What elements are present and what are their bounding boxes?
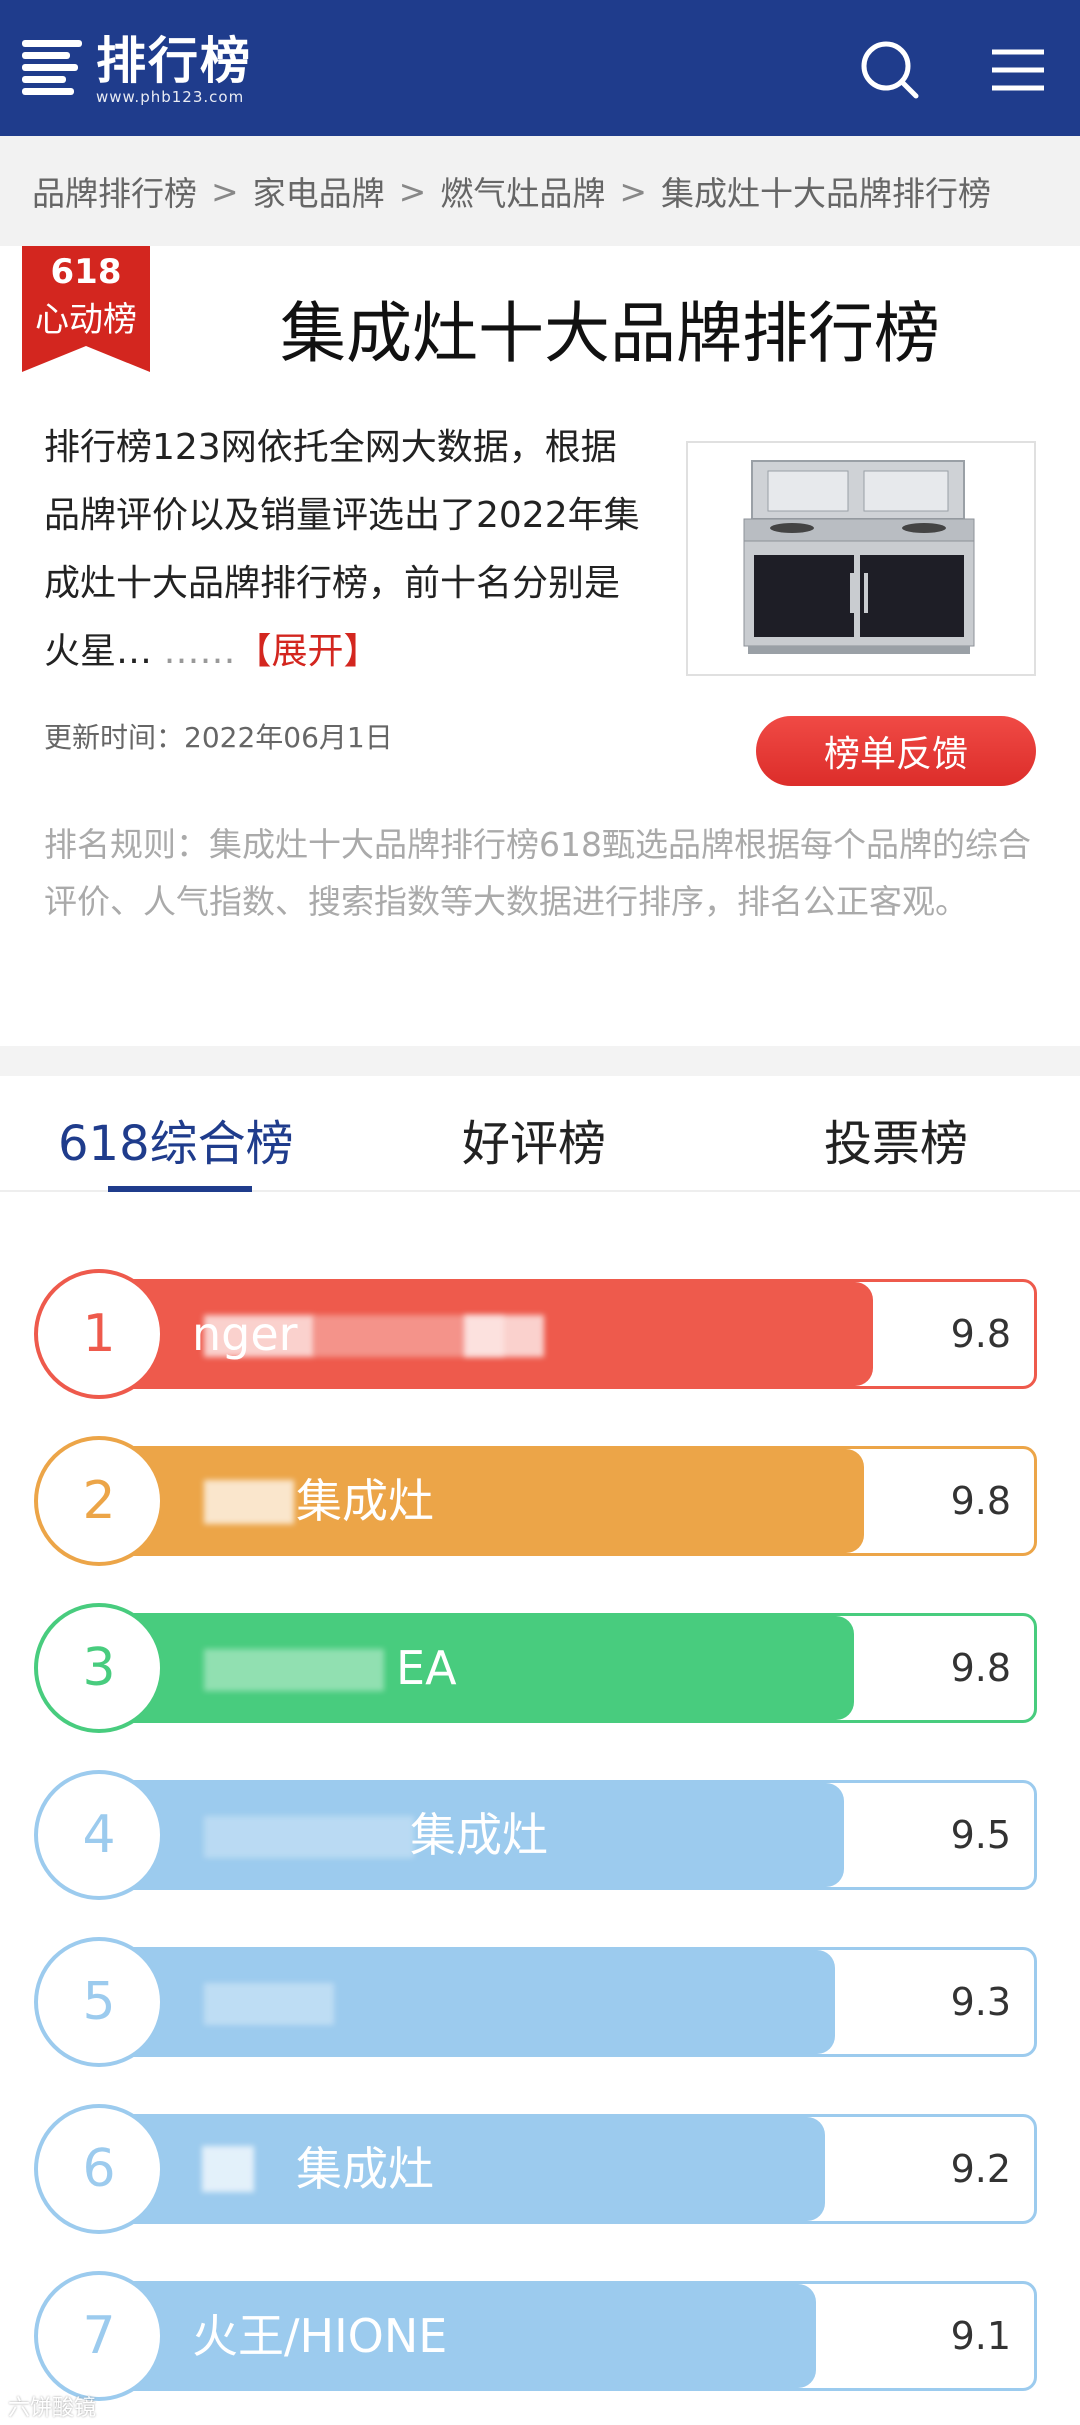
ranking-item[interactable]: nger 9.8 1 bbox=[34, 1269, 1037, 1399]
ranking-rule: 排名规则：集成灶十大品牌排行榜618甄选品牌根据每个品牌的综合评价、人气指数、搜… bbox=[44, 825, 1031, 921]
logo-title: 排行榜 bbox=[96, 32, 252, 90]
618-badge: 618 心动榜 bbox=[22, 246, 150, 372]
breadcrumb-separator: > bbox=[398, 171, 427, 211]
brand-score: 9.5 bbox=[950, 1813, 1011, 1857]
ranking-item[interactable]: 集成灶 9.5 4 bbox=[34, 1770, 1037, 1900]
blurred-text bbox=[204, 1480, 294, 1524]
breadcrumb-item[interactable]: 家电品牌 bbox=[253, 167, 385, 215]
blurred-text bbox=[204, 1315, 314, 1357]
breadcrumb-item-current[interactable]: 集成灶十大品牌排行榜 bbox=[661, 167, 991, 215]
rank-bar bbox=[74, 1616, 854, 1720]
brand-name: 集成灶 bbox=[296, 1474, 434, 1528]
rank-number: 3 bbox=[34, 1603, 164, 1733]
blurred-text bbox=[204, 1816, 414, 1858]
tab-votes[interactable]: 投票榜 bbox=[824, 1104, 968, 1174]
breadcrumb-separator: > bbox=[211, 171, 239, 211]
rank-number: 2 bbox=[34, 1436, 164, 1566]
breadcrumb-separator: > bbox=[619, 171, 647, 211]
rank-bar bbox=[74, 2117, 825, 2221]
badge-number: 618 bbox=[50, 252, 122, 292]
active-tab-indicator bbox=[108, 1186, 252, 1192]
ranking-item[interactable]: 9.3 5 bbox=[34, 1937, 1037, 2067]
blurred-text bbox=[204, 1983, 334, 2025]
blurred-text bbox=[204, 1649, 384, 1691]
brand-score: 9.2 bbox=[950, 2147, 1011, 2191]
watermark: 六饼酸镜 bbox=[8, 2396, 97, 2421]
logo-url: www.phb123.com bbox=[96, 88, 245, 106]
intro-ellipsis: …… bbox=[163, 631, 236, 672]
ranking-item[interactable]: 集成灶 9.8 2 bbox=[34, 1436, 1037, 1566]
rank-number: 6 bbox=[34, 2104, 164, 2234]
site-logo[interactable]: 排行榜 www.phb123.com bbox=[22, 30, 252, 110]
section-divider bbox=[0, 1046, 1080, 1076]
ranking-item[interactable]: 火王/HIONE 9.1 7 bbox=[34, 2271, 1037, 2401]
search-icon[interactable] bbox=[858, 38, 922, 102]
update-time: 更新时间：2022年06月1日 bbox=[44, 721, 393, 754]
brand-score: 9.1 bbox=[950, 2314, 1011, 2358]
blurred-text bbox=[202, 2146, 254, 2192]
brand-score: 9.8 bbox=[950, 1479, 1011, 1523]
brand-score: 9.8 bbox=[950, 1312, 1011, 1356]
rank-number: 4 bbox=[34, 1770, 164, 1900]
tab-good-reviews[interactable]: 好评榜 bbox=[462, 1104, 606, 1174]
page-title: 集成灶十大品牌排行榜 bbox=[280, 295, 940, 372]
rank-number: 7 bbox=[34, 2271, 164, 2401]
breadcrumb-item[interactable]: 燃气灶品牌 bbox=[440, 167, 605, 215]
logo-lines-icon bbox=[22, 34, 86, 106]
feedback-button[interactable]: 榜单反馈 bbox=[756, 716, 1036, 786]
rank-bar bbox=[74, 1950, 835, 2054]
breadcrumb-item[interactable]: 品牌排行榜 bbox=[32, 167, 197, 215]
brand-name: 集成灶 bbox=[410, 1808, 548, 1862]
ranking-item[interactable]: 集成灶 9.2 6 bbox=[34, 2104, 1037, 2234]
ranking-tabs: 618综合榜 好评榜 投票榜 bbox=[0, 1076, 1080, 1192]
ranking-item[interactable]: EA 9.8 3 bbox=[34, 1603, 1037, 1733]
brand-name: 火王/HIONE bbox=[192, 2309, 448, 2363]
brand-name: 集成灶 bbox=[296, 2142, 434, 2196]
expand-link[interactable]: 【展开】 bbox=[235, 631, 379, 672]
intro-text: 排行榜123网依托全网大数据，根据品牌评价以及销量评选出了2022年集成灶十大品… bbox=[44, 414, 644, 686]
breadcrumb: 品牌排行榜 > 家电品牌 > 燃气灶品牌 > 集成灶十大品牌排行榜 bbox=[0, 136, 1080, 246]
integrated-stove-image bbox=[686, 441, 1036, 676]
brand-name: EA bbox=[396, 1641, 457, 1695]
blurred-text bbox=[464, 1315, 544, 1357]
rank-number: 1 bbox=[34, 1269, 164, 1399]
rank-number: 5 bbox=[34, 1937, 164, 2067]
rank-bar bbox=[74, 1449, 864, 1553]
tab-618-overall[interactable]: 618综合榜 bbox=[58, 1104, 294, 1174]
brand-score: 9.8 bbox=[950, 1646, 1011, 1690]
brand-score: 9.3 bbox=[950, 1980, 1011, 2024]
badge-text: 心动榜 bbox=[35, 300, 137, 340]
menu-icon[interactable] bbox=[986, 38, 1050, 102]
top-header: 排行榜 www.phb123.com bbox=[0, 0, 1080, 136]
